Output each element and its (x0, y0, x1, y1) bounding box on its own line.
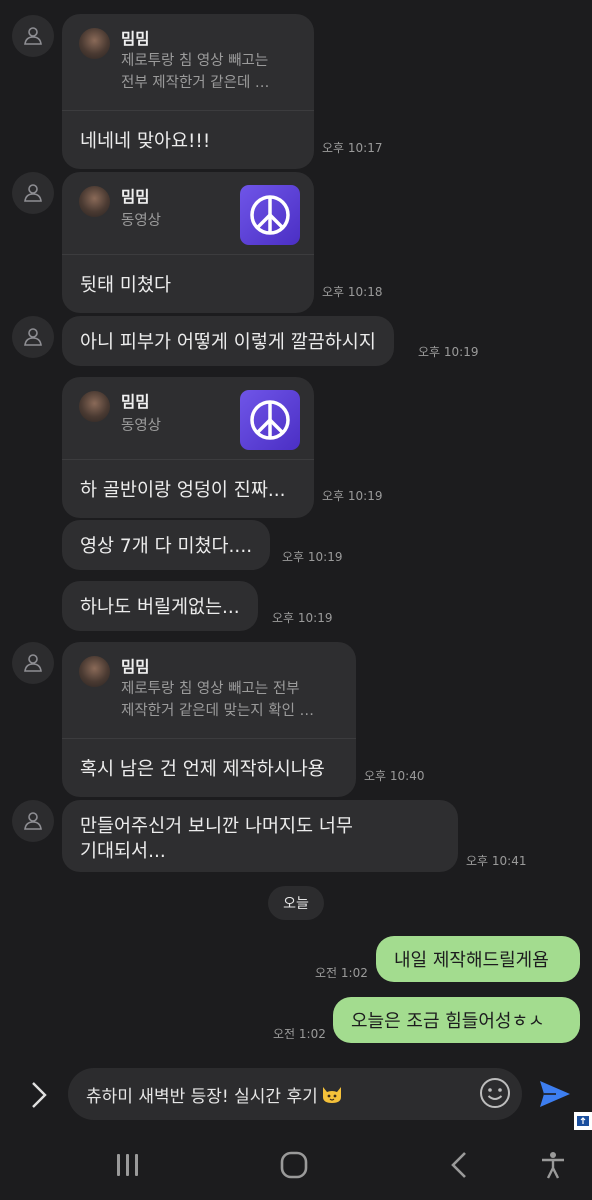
message-time: 오전 1:02 (315, 966, 368, 980)
message-text: 네네네 맞아요!!! (80, 131, 211, 152)
message-text: 혹시 남은 건 언제 제작하시나용 (80, 759, 325, 780)
quoted-text: 제로투랑 침 영상 빼고는 전부 제작한거 같은데 맞는지 확인 … (121, 681, 315, 719)
message-time: 오후 10:18 (322, 285, 383, 299)
cat-face-icon (322, 1087, 341, 1103)
person-icon (24, 27, 42, 45)
message-text: 하 골반이랑 엉덩이 진짜... (80, 480, 286, 501)
chevron-right-icon (32, 1082, 47, 1108)
message-time: 오후 10:19 (322, 489, 383, 503)
peace-icon (250, 195, 290, 235)
quoted-avatar (79, 656, 110, 687)
sender-avatar[interactable] (12, 172, 54, 214)
quoted-reply[interactable]: 밈밈 제로투랑 침 영상 빼고는 전부 제작한거 같은데 … (62, 14, 314, 111)
reply-message-bubble[interactable]: 밈밈 제로투랑 침 영상 빼고는 전부 제작한거 같은데 맞는지 확인 … 혹시… (62, 642, 356, 797)
message-bubble[interactable]: 만들어주신거 보니깐 나머지도 너무 기대되서... (62, 800, 458, 872)
recent-apps-icon (117, 1154, 138, 1176)
message-text-line: 만들어주신거 보니깐 나머지도 너무 (80, 816, 353, 837)
my-message-bubble[interactable]: 오늘은 조금 힘들어성ㅎㅅ (333, 997, 580, 1043)
quoted-avatar (79, 28, 110, 59)
back-button[interactable] (447, 1150, 471, 1184)
home-button[interactable] (279, 1150, 309, 1184)
message-time: 오후 10:41 (466, 854, 527, 868)
app-badge (574, 1112, 592, 1130)
sender-avatar[interactable] (12, 15, 54, 57)
send-icon (540, 1081, 570, 1107)
quoted-sender-name: 밈밈 (121, 30, 150, 48)
quoted-avatar (79, 391, 110, 422)
accessibility-icon (542, 1152, 564, 1179)
message-time: 오후 10:19 (282, 550, 343, 564)
quoted-sender-name: 밈밈 (121, 658, 150, 676)
message-text: 뒷태 미쳤다 (80, 275, 171, 296)
peace-icon (250, 400, 290, 440)
send-button[interactable] (538, 1078, 572, 1114)
sender-avatar[interactable] (12, 642, 54, 684)
message-text: 아니 피부가 어떻게 이렇게 깔끔하시지 (80, 332, 376, 353)
reply-message-bubble[interactable]: 밈밈 동영상 하 골반이랑 엉덩이 진짜... (62, 377, 314, 518)
sender-avatar[interactable] (12, 316, 54, 358)
quoted-sender-name: 밈밈 (121, 393, 150, 411)
video-thumbnail[interactable] (240, 185, 300, 245)
person-icon (24, 812, 42, 830)
quoted-avatar (79, 186, 110, 217)
message-text-line: 기대되서... (80, 841, 166, 862)
quoted-sender-name: 밈밈 (121, 188, 150, 206)
message-text: 오늘은 조금 힘들어성ㅎㅅ (351, 1011, 545, 1032)
person-icon (24, 654, 42, 672)
message-time: 오후 10:19 (272, 611, 333, 625)
quoted-reply[interactable]: 밈밈 동영상 (62, 377, 314, 460)
message-input-text: 츄하미 새벽반 등장! 실시간 후기 (86, 1086, 318, 1107)
message-time: 오후 10:19 (418, 345, 479, 359)
accessibility-button[interactable] (538, 1150, 568, 1184)
message-text: 내일 제작해드릴게욤 (394, 950, 549, 971)
smiley-icon (480, 1078, 510, 1108)
message-time: 오전 1:02 (273, 1027, 326, 1041)
message-time: 오후 10:17 (322, 141, 383, 155)
message-text: 영상 7개 다 미쳤다.... (80, 536, 253, 557)
message-bubble[interactable]: 아니 피부가 어떻게 이렇게 깔끔하시지 (62, 316, 394, 366)
home-icon (280, 1151, 308, 1179)
message-input[interactable]: 츄하미 새벽반 등장! 실시간 후기 (68, 1068, 522, 1120)
back-icon (451, 1152, 466, 1178)
reply-message-bubble[interactable]: 밈밈 동영상 뒷태 미쳤다 (62, 172, 314, 313)
emoji-button[interactable] (478, 1076, 512, 1114)
my-message-bubble[interactable]: 내일 제작해드릴게욤 (376, 936, 580, 982)
date-divider: 오늘 (268, 886, 324, 920)
reply-message-bubble[interactable]: 밈밈 제로투랑 침 영상 빼고는 전부 제작한거 같은데 … 네네네 맞아요!!… (62, 14, 314, 169)
person-icon (24, 184, 42, 202)
message-text: 하나도 버릴게없는... (80, 597, 240, 618)
recent-apps-button[interactable] (114, 1150, 142, 1184)
sender-avatar[interactable] (12, 800, 54, 842)
message-time: 오후 10:40 (364, 769, 425, 783)
expand-menu-button[interactable] (26, 1080, 50, 1114)
badge-icon (577, 1116, 589, 1126)
quoted-reply[interactable]: 밈밈 동영상 (62, 172, 314, 255)
message-bubble[interactable]: 영상 7개 다 미쳤다.... (62, 520, 271, 570)
message-bubble[interactable]: 하나도 버릴게없는... (62, 581, 258, 631)
video-thumbnail[interactable] (240, 390, 300, 450)
quoted-reply[interactable]: 밈밈 제로투랑 침 영상 빼고는 전부 제작한거 같은데 맞는지 확인 … (62, 642, 356, 739)
quoted-text: 제로투랑 침 영상 빼고는 전부 제작한거 같은데 … (121, 53, 270, 91)
person-icon (24, 328, 42, 346)
